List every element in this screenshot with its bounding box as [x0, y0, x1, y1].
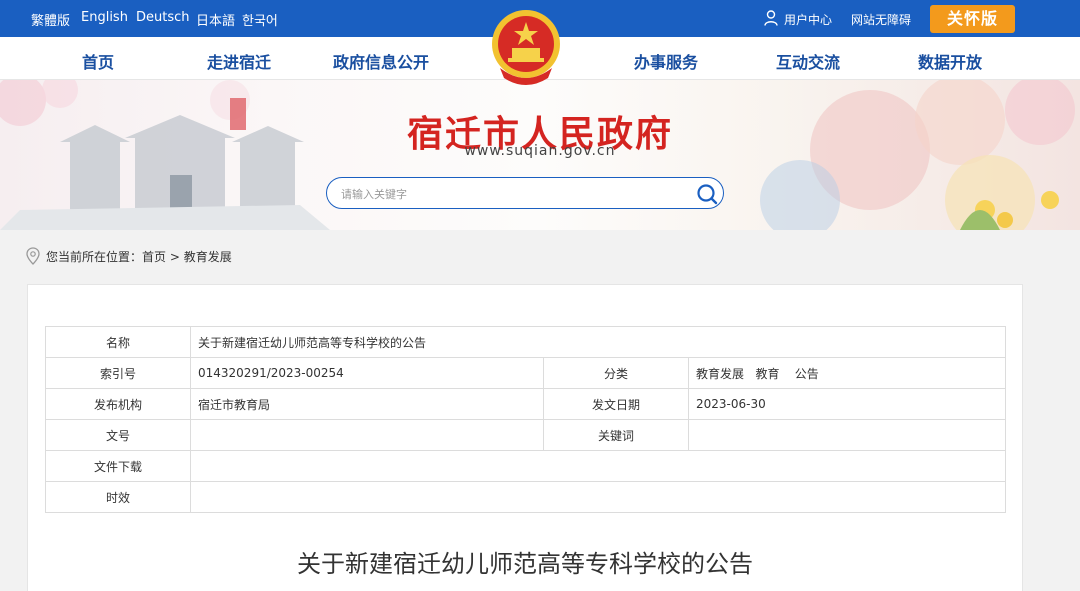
nav-item-gov-info[interactable]: 政府信息公开: [333, 49, 429, 73]
search-input[interactable]: [341, 184, 681, 204]
lang-deutsch-link[interactable]: Deutsch: [136, 10, 190, 25]
nav-item-interaction[interactable]: 互动交流: [776, 49, 840, 73]
category-label: 分类: [543, 357, 689, 389]
download-value[interactable]: [190, 450, 1006, 482]
breadcrumb-education-link[interactable]: 教育发展: [184, 250, 232, 264]
breadcrumb-prefix: 您当前所在位置：: [46, 250, 143, 264]
nav-item-open-data[interactable]: 数据开放: [918, 49, 982, 73]
care-mode-button[interactable]: 关怀版: [930, 5, 1015, 33]
table-row: 时效: [45, 481, 1006, 513]
site-url: www.suqian.gov.cn: [464, 143, 616, 159]
nav-item-services[interactable]: 办事服务: [634, 49, 698, 73]
doc-no-value: [190, 419, 544, 451]
lang-korean-link[interactable]: 한국어: [242, 10, 278, 29]
name-label: 名称: [45, 326, 191, 358]
date-value: 2023-06-30: [688, 388, 1006, 420]
lang-traditional-link[interactable]: 繁體版: [31, 10, 70, 29]
publisher-value: 宿迁市教育局: [190, 388, 544, 420]
table-row: 索引号 014320291/2023-00254 分类 教育发展 教育 公告: [45, 357, 1006, 389]
breadcrumb: 您当前所在位置：首页 > 教育发展: [46, 248, 232, 265]
search-icon[interactable]: [696, 183, 718, 205]
table-row: 文件下载: [45, 450, 1006, 482]
download-label: 文件下载: [45, 450, 191, 482]
breadcrumb-separator: >: [169, 250, 180, 264]
validity-value: [190, 481, 1006, 513]
search-box: [326, 177, 724, 209]
article-title: 关于新建宿迁幼儿师范高等专科学校的公告: [297, 550, 753, 578]
keywords-label: 关键词: [543, 419, 689, 451]
user-icon[interactable]: [764, 10, 778, 26]
table-row: 发布机构 宿迁市教育局 发文日期 2023-06-30: [45, 388, 1006, 420]
validity-label: 时效: [45, 481, 191, 513]
index-label: 索引号: [45, 357, 191, 389]
index-value: 014320291/2023-00254: [190, 357, 544, 389]
accessibility-link[interactable]: 网站无障碍: [851, 11, 911, 28]
user-center-link[interactable]: 用户中心: [784, 11, 832, 28]
document-meta-table: 名称 关于新建宿迁幼儿师范高等专科学校的公告 索引号 014320291/202…: [45, 326, 1006, 513]
date-label: 发文日期: [543, 388, 689, 420]
publisher-label: 发布机构: [45, 388, 191, 420]
lang-english-link[interactable]: English: [81, 10, 128, 25]
keywords-value: [688, 419, 1006, 451]
table-row: 名称 关于新建宿迁幼儿师范高等专科学校的公告: [45, 326, 1006, 358]
category-value: 教育发展 教育 公告: [688, 357, 1006, 389]
breadcrumb-home-link[interactable]: 首页: [142, 250, 166, 264]
name-value: 关于新建宿迁幼儿师范高等专科学校的公告: [190, 326, 1006, 358]
doc-no-label: 文号: [45, 419, 191, 451]
nav-item-home[interactable]: 首页: [82, 49, 114, 73]
lang-japanese-link[interactable]: 日本語: [196, 10, 235, 29]
location-icon: [26, 247, 40, 265]
table-row: 文号 关键词: [45, 419, 1006, 451]
national-emblem-icon: [492, 10, 560, 85]
nav-item-about[interactable]: 走进宿迁: [207, 49, 271, 73]
